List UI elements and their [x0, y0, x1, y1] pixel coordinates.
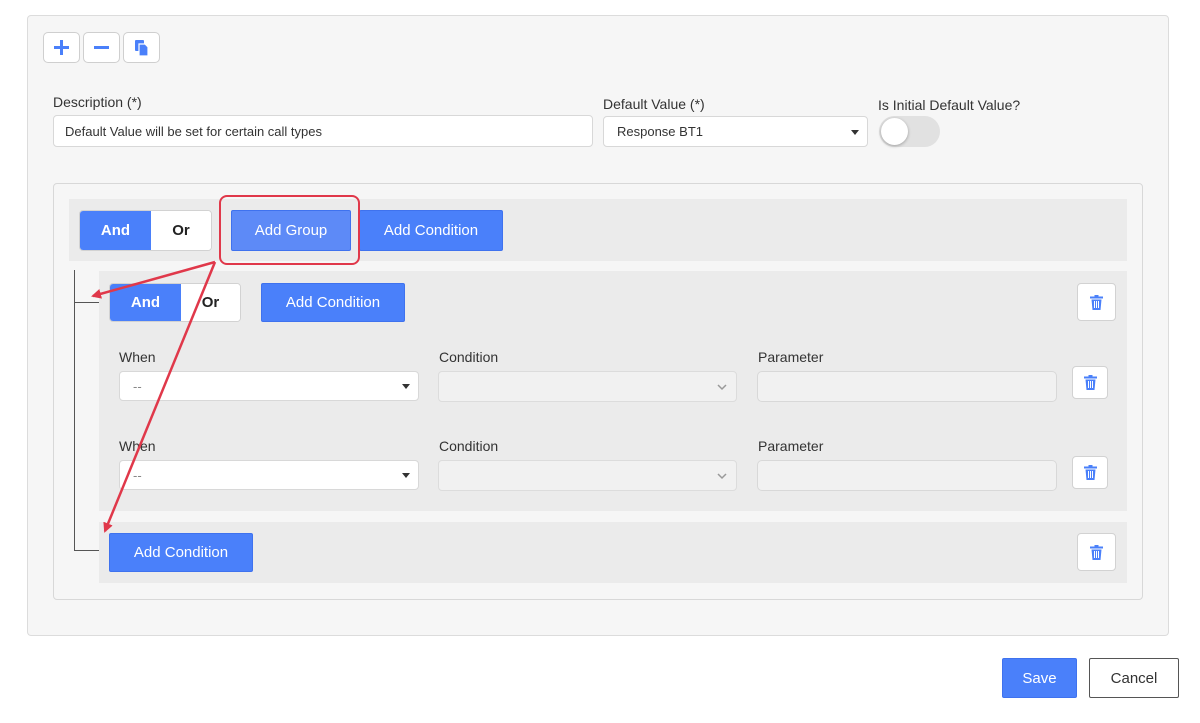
rule-2-condition-label: Condition [439, 438, 499, 454]
footer-add-condition-button[interactable]: Add Condition [109, 533, 253, 572]
trash-icon [1090, 294, 1103, 310]
caret-down-icon [402, 384, 410, 389]
trash-icon [1083, 465, 1097, 480]
rule-1-parameter-input[interactable] [757, 371, 1057, 402]
rule-1-parameter-label: Parameter [758, 349, 824, 365]
caret-down-icon [851, 129, 859, 135]
cancel-button[interactable]: Cancel [1089, 658, 1179, 698]
toggle-knob [881, 118, 908, 145]
rule-1-when-select[interactable]: -- [119, 371, 419, 401]
root-or-button[interactable]: Or [151, 211, 211, 250]
default-value-selected: Response BT1 [617, 124, 703, 139]
copy-item-button[interactable] [123, 32, 160, 63]
rule-1-when-label: When [119, 349, 156, 365]
root-add-condition-button[interactable]: Add Condition [359, 210, 503, 251]
tree-vertical-line [74, 270, 75, 551]
save-button[interactable]: Save [1002, 658, 1077, 698]
rule-2-when-value: -- [133, 467, 142, 483]
minus-icon [94, 46, 109, 49]
initial-default-toggle[interactable] [879, 116, 940, 147]
rule-1-condition-select[interactable] [438, 371, 737, 402]
copy-icon [134, 39, 149, 56]
description-label: Description (*) [53, 94, 142, 110]
rule-2-condition-select[interactable] [438, 460, 737, 491]
add-item-button[interactable] [43, 32, 80, 63]
group-add-condition-button[interactable]: Add Condition [261, 283, 405, 322]
annotation-highlight-box [219, 195, 360, 265]
chevron-down-icon [717, 472, 727, 479]
chevron-down-icon [717, 383, 727, 390]
rule-2-parameter-label: Parameter [758, 438, 824, 454]
tree-branch-line [74, 302, 100, 303]
plus-icon [54, 40, 69, 55]
tree-branch-line [74, 550, 100, 551]
group-or-button[interactable]: Or [181, 284, 240, 321]
trash-icon [1090, 544, 1103, 560]
group-and-button[interactable]: And [110, 284, 181, 321]
delete-rule-1-button[interactable] [1072, 366, 1108, 399]
rule-1-when-value: -- [133, 378, 142, 394]
remove-item-button[interactable] [83, 32, 120, 63]
rule-2-when-select[interactable]: -- [119, 460, 419, 490]
rule-1-condition-label: Condition [439, 349, 499, 365]
default-value-label: Default Value (*) [603, 96, 705, 112]
caret-down-icon [402, 473, 410, 478]
root-condition-row [99, 522, 1127, 583]
initial-default-label: Is Initial Default Value? [878, 97, 1021, 113]
delete-condition-button[interactable] [1077, 533, 1116, 571]
description-input[interactable]: Default Value will be set for certain ca… [53, 115, 593, 147]
root-conjunction-toggle: And Or [79, 210, 212, 251]
rule-2-parameter-input[interactable] [757, 460, 1057, 491]
delete-group-button[interactable] [1077, 283, 1116, 321]
trash-icon [1083, 375, 1097, 390]
delete-rule-2-button[interactable] [1072, 456, 1108, 489]
root-and-button[interactable]: And [80, 211, 151, 250]
rule-2-when-label: When [119, 438, 156, 454]
group-conjunction-toggle: And Or [109, 283, 241, 322]
default-value-select[interactable]: Response BT1 [603, 116, 868, 147]
